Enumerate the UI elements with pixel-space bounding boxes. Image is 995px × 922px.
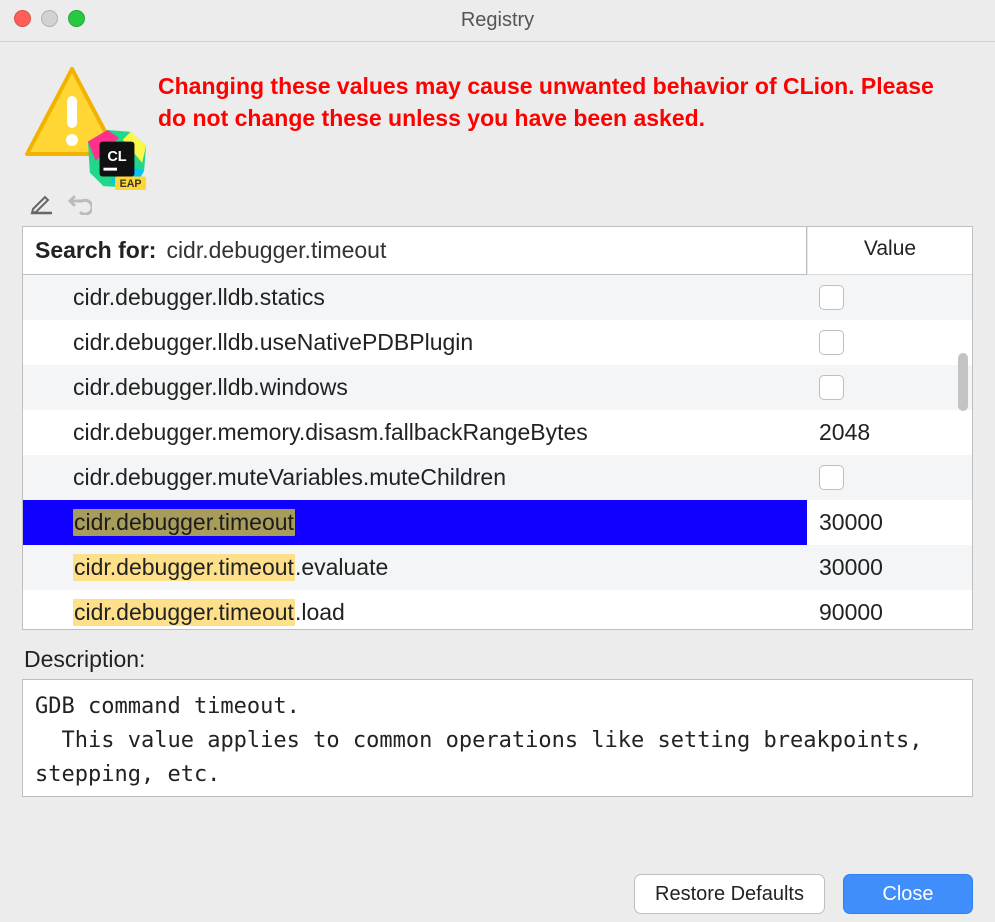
registry-table: Search for: cidr.debugger.timeout Value … bbox=[22, 226, 973, 630]
edit-button[interactable] bbox=[28, 190, 56, 216]
registry-key-cell: cidr.debugger.muteVariables.muteChildren bbox=[23, 455, 807, 500]
registry-key-cell: cidr.debugger.lldb.statics bbox=[23, 275, 807, 320]
revert-button[interactable] bbox=[66, 190, 94, 216]
column-header-value: Value bbox=[807, 227, 972, 274]
checkbox[interactable] bbox=[819, 285, 844, 310]
table-row[interactable]: cidr.debugger.muteVariables.muteChildren bbox=[23, 455, 972, 500]
table-row[interactable]: cidr.debugger.memory.disasm.fallbackRang… bbox=[23, 410, 972, 455]
zoom-window-button[interactable] bbox=[68, 10, 85, 27]
registry-value-cell[interactable] bbox=[807, 320, 972, 365]
eap-badge-label: EAP bbox=[120, 178, 142, 190]
table-row[interactable]: cidr.debugger.lldb.useNativePDBPlugin bbox=[23, 320, 972, 365]
pencil-icon bbox=[30, 191, 54, 215]
registry-key-cell: cidr.debugger.memory.disasm.fallbackRang… bbox=[23, 410, 807, 455]
window-title: Registry bbox=[0, 9, 995, 32]
description-text: GDB command timeout. This value applies … bbox=[22, 679, 973, 797]
registry-value-cell[interactable] bbox=[807, 275, 972, 320]
registry-value-cell[interactable]: 2048 bbox=[807, 410, 972, 455]
search-label: Search for: bbox=[35, 237, 156, 264]
clion-badge-abbr: CL bbox=[107, 149, 126, 165]
close-window-button[interactable] bbox=[14, 10, 31, 27]
warning-text: Changing these values may cause unwanted… bbox=[158, 70, 973, 134]
registry-value-cell[interactable]: 30000 bbox=[807, 545, 972, 590]
registry-key-cell: cidr.debugger.lldb.useNativePDBPlugin bbox=[23, 320, 807, 365]
traffic-lights bbox=[14, 10, 85, 27]
clion-app-icon: CL EAP bbox=[86, 128, 148, 190]
restore-defaults-button[interactable]: Restore Defaults bbox=[634, 874, 825, 914]
table-header: Search for: cidr.debugger.timeout Value bbox=[23, 227, 972, 275]
registry-value-cell[interactable] bbox=[807, 365, 972, 410]
registry-value-cell[interactable]: 90000 bbox=[807, 590, 972, 629]
table-row[interactable]: cidr.debugger.timeout.load90000 bbox=[23, 590, 972, 629]
table-body: cidr.debugger.lldb.staticscidr.debugger.… bbox=[23, 275, 972, 629]
description-heading: Description: bbox=[24, 646, 971, 673]
registry-key-cell: cidr.debugger.timeout bbox=[23, 500, 807, 545]
table-row[interactable]: cidr.debugger.timeout.evaluate30000 bbox=[23, 545, 972, 590]
checkbox[interactable] bbox=[819, 330, 844, 355]
registry-key-cell: cidr.debugger.timeout.load bbox=[23, 590, 807, 629]
registry-value-cell[interactable]: 30000 bbox=[807, 500, 972, 545]
table-row[interactable]: cidr.debugger.lldb.statics bbox=[23, 275, 972, 320]
close-button[interactable]: Close bbox=[843, 874, 973, 914]
table-row[interactable]: cidr.debugger.lldb.windows bbox=[23, 365, 972, 410]
warning-icon-group: CL EAP bbox=[22, 64, 142, 184]
registry-value-cell[interactable] bbox=[807, 455, 972, 500]
registry-key-cell: cidr.debugger.timeout.evaluate bbox=[23, 545, 807, 590]
dialog-footer: Restore Defaults Close bbox=[0, 854, 995, 922]
minimize-window-button[interactable] bbox=[41, 10, 58, 27]
toolbar bbox=[28, 190, 973, 216]
window-titlebar: Registry bbox=[0, 0, 995, 42]
checkbox[interactable] bbox=[819, 375, 844, 400]
undo-icon bbox=[68, 191, 92, 215]
scrollbar-thumb[interactable] bbox=[958, 353, 968, 411]
search-cell[interactable]: Search for: cidr.debugger.timeout bbox=[22, 226, 807, 275]
scrollbar[interactable] bbox=[953, 275, 969, 629]
table-row[interactable]: cidr.debugger.timeout30000 bbox=[23, 500, 972, 545]
registry-key-cell: cidr.debugger.lldb.windows bbox=[23, 365, 807, 410]
search-term: cidr.debugger.timeout bbox=[166, 237, 386, 264]
checkbox[interactable] bbox=[819, 465, 844, 490]
